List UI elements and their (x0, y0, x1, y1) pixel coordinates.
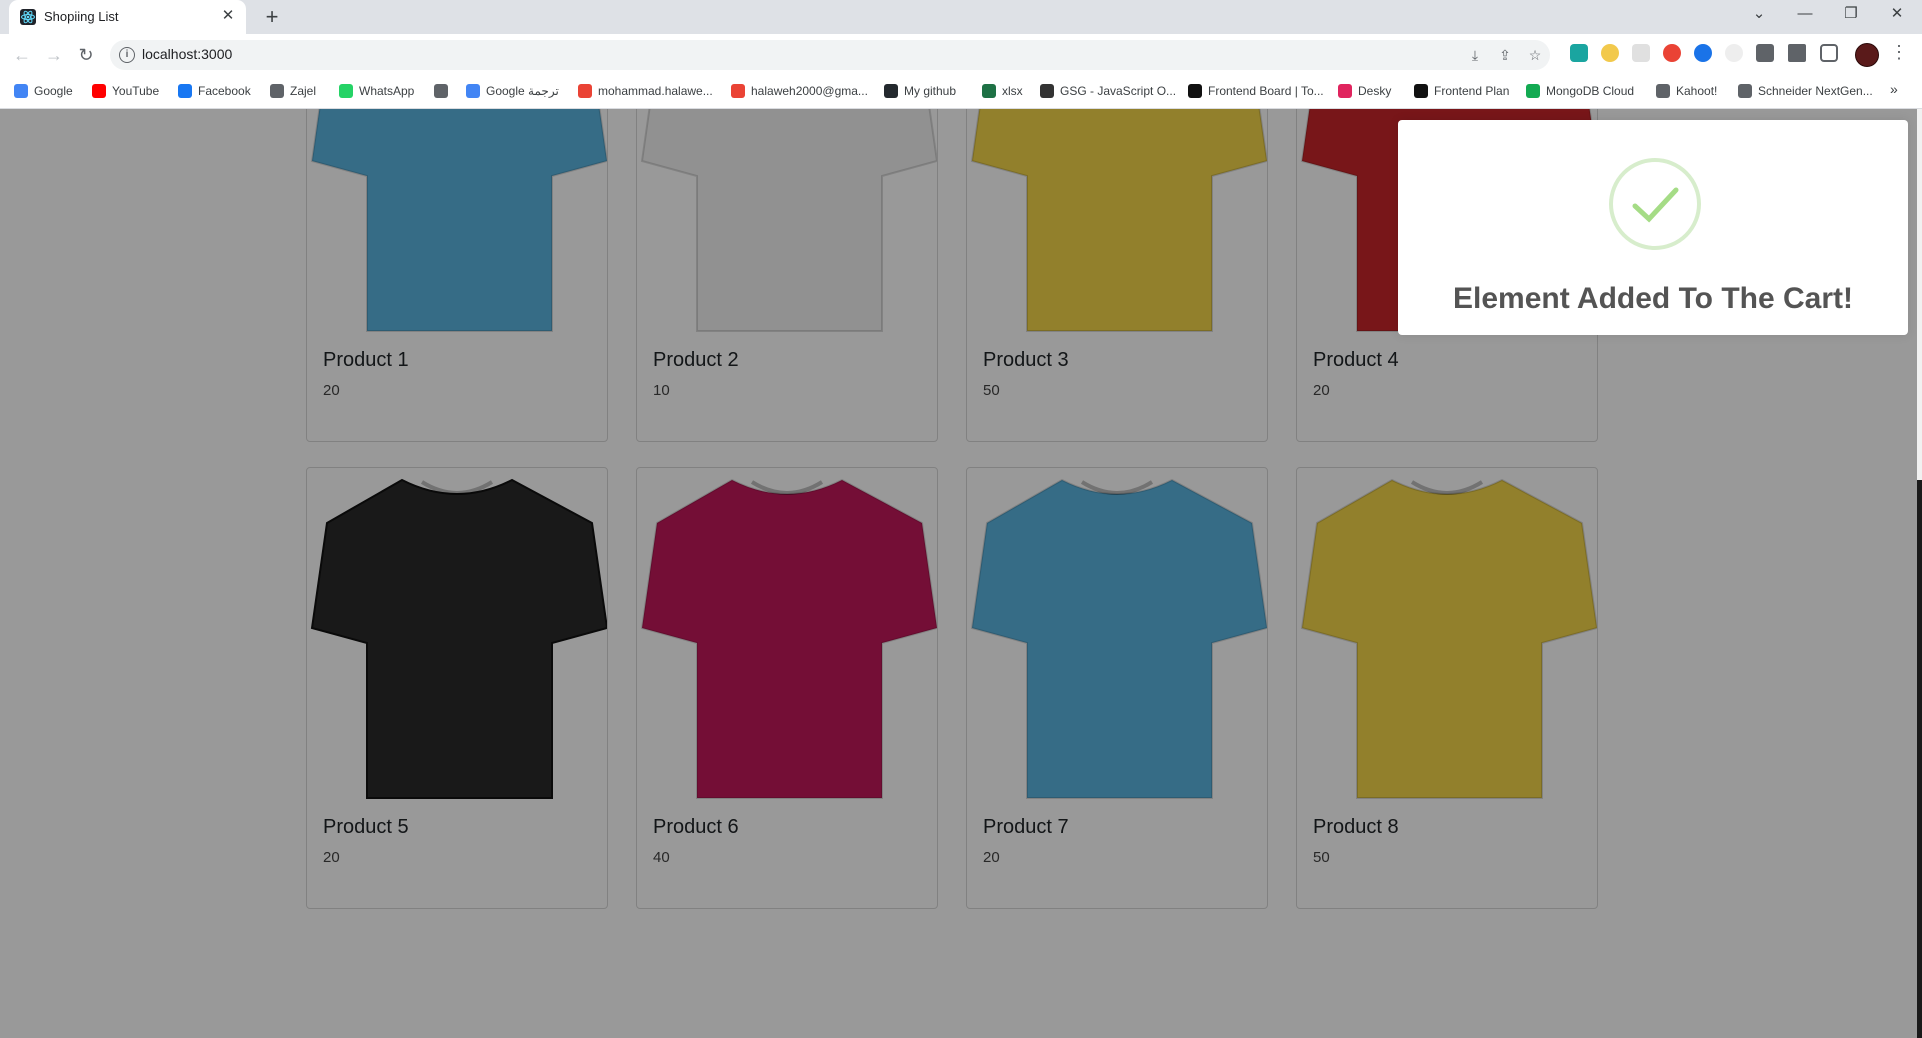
bookmark-favicon-icon (1188, 84, 1202, 98)
bookmark-label: Desky (1358, 84, 1392, 98)
success-check-icon (1609, 158, 1701, 250)
share-icon[interactable]: ⇪ (1496, 46, 1514, 64)
extension-color-icon[interactable] (1663, 44, 1681, 62)
bookmark-label: WhatsApp (359, 84, 415, 98)
bookmark-favicon-icon (92, 84, 106, 98)
bookmark-label: xlsx (1002, 84, 1023, 98)
bookmark-item[interactable]: Frontend Board | To... (1188, 82, 1324, 100)
reload-icon[interactable]: ↻ (74, 43, 98, 67)
bookmark-label: My github (904, 84, 957, 98)
address-bar[interactable]: i localhost:3000 ⤓ ⇪ ☆ (110, 40, 1550, 70)
success-alert: Element Added To The Cart! (1398, 120, 1908, 335)
bookmark-label: Frontend Plan (1434, 84, 1510, 98)
bookmark-favicon-icon (1338, 84, 1352, 98)
bookmark-label: Schneider NextGen... (1758, 84, 1873, 98)
url-text: localhost:3000 (142, 46, 233, 62)
more-bookmarks-icon[interactable]: » (1890, 81, 1898, 97)
new-tab-button[interactable]: + (259, 4, 285, 30)
profile-avatar[interactable] (1855, 43, 1879, 67)
tab-strip (0, 0, 1922, 34)
bookmark-favicon-icon (1526, 84, 1540, 98)
bookmark-item[interactable]: MongoDB Cloud (1526, 82, 1634, 100)
bookmark-item[interactable]: WhatsApp (339, 82, 414, 100)
bookmark-favicon-icon (982, 84, 996, 98)
bookmark-favicon-icon (178, 84, 192, 98)
bookmark-label: Facebook (198, 84, 251, 98)
bookmark-item[interactable]: My github (884, 82, 956, 100)
bookmark-item[interactable]: Schneider NextGen... (1738, 82, 1873, 100)
bookmark-label: YouTube (112, 84, 160, 98)
extension-coin-icon[interactable] (1601, 44, 1619, 62)
bookmark-item[interactable]: xlsx (982, 82, 1023, 100)
bookmark-favicon-icon (1414, 84, 1428, 98)
install-app-icon[interactable]: ⤓ (1466, 46, 1484, 64)
scrollbar-thumb[interactable] (1917, 480, 1922, 1038)
chrome-menu-icon[interactable]: ⋮ (1890, 42, 1908, 63)
bookmark-label: MongoDB Cloud (1546, 84, 1635, 98)
bookmark-label: mohammad.halawe... (598, 84, 713, 98)
bookmark-item[interactable]: Zajel (270, 82, 316, 100)
bookmark-favicon-icon (884, 84, 898, 98)
bookmark-favicon-icon (466, 84, 480, 98)
extension-search-icon[interactable] (1632, 44, 1650, 62)
bookmark-favicon-icon (731, 84, 745, 98)
bookmark-label: Zajel (290, 84, 317, 98)
bookmark-favicon-icon (578, 84, 592, 98)
restore-button[interactable]: ❐ (1828, 0, 1874, 28)
forward-icon[interactable]: → (42, 43, 66, 67)
site-info-icon[interactable]: i (119, 47, 135, 63)
tab-close-icon[interactable]: ✕ (218, 6, 238, 26)
bookmark-item[interactable]: YouTube (92, 82, 159, 100)
bookmark-favicon-icon (1738, 84, 1752, 98)
bookmark-label: Google (34, 84, 73, 98)
bookmark-item[interactable]: Desky (1338, 82, 1391, 100)
close-window-button[interactable]: ✕ (1874, 0, 1920, 28)
back-icon[interactable]: ← (10, 43, 34, 67)
react-icon (20, 9, 36, 25)
bookmark-label: GSG - JavaScript O... (1060, 84, 1177, 98)
alert-title: Element Added To The Cart! (1452, 282, 1854, 315)
bookmark-item[interactable]: Google (14, 82, 73, 100)
bookmark-item[interactable]: GSG - JavaScript O... (1040, 82, 1176, 100)
extensions-puzzle-icon[interactable] (1756, 44, 1774, 62)
bookmark-label: Kahoot! (1676, 84, 1718, 98)
bookmark-item[interactable]: Facebook (178, 82, 251, 100)
bookmark-label: Google ترجمة (486, 84, 559, 98)
bookmark-item[interactable]: Frontend Plan (1414, 82, 1509, 100)
extension-shield-icon[interactable] (1570, 44, 1588, 62)
bookmark-favicon-icon (1656, 84, 1670, 98)
bookmark-item[interactable]: halaweh2000@gma... (731, 82, 868, 100)
bookmark-favicon-icon (434, 84, 448, 98)
bookmark-favicon-icon (1040, 84, 1054, 98)
bookmark-star-icon[interactable]: ☆ (1526, 46, 1544, 64)
bookmark-label: halaweh2000@gma... (751, 84, 868, 98)
bookmark-label: Frontend Board | To... (1208, 84, 1324, 98)
extension-circle-icon[interactable] (1694, 44, 1712, 62)
extension-gray-icon[interactable] (1725, 44, 1743, 62)
browser-tab[interactable]: Shopiing List ✕ (9, 0, 246, 34)
tab-search-icon[interactable]: ⌄ (1736, 0, 1782, 28)
reading-list-icon[interactable] (1788, 44, 1806, 62)
bookmark-favicon-icon (14, 84, 28, 98)
bookmark-favicon-icon (270, 84, 284, 98)
side-panel-icon[interactable] (1820, 44, 1838, 62)
minimize-button[interactable]: — (1782, 0, 1828, 28)
bookmark-favicon-icon (339, 84, 353, 98)
bookmark-item[interactable]: mohammad.halawe... (578, 82, 713, 100)
bookmark-item[interactable]: Kahoot! (1656, 82, 1717, 100)
tab-title: Shopiing List (44, 9, 119, 24)
bookmark-item[interactable]: Google ترجمة (466, 82, 559, 100)
bookmark-item[interactable] (434, 82, 454, 100)
